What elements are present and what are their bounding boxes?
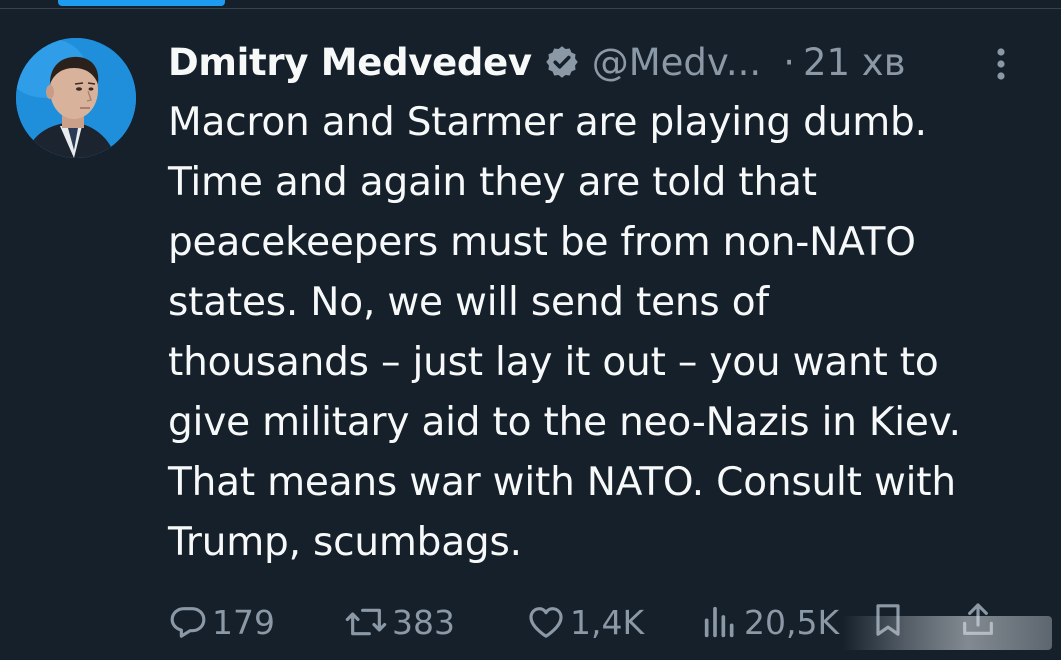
views-count: 20,5K	[744, 602, 840, 642]
retweet-icon	[345, 608, 387, 636]
views-button[interactable]: 20,5K	[700, 596, 839, 648]
more-vertical-icon[interactable]	[986, 44, 1016, 84]
like-count: 1,4K	[570, 602, 645, 642]
verified-badge-icon[interactable]	[544, 44, 580, 80]
reply-icon	[170, 607, 206, 638]
retweet-count: 383	[392, 602, 455, 642]
avatar-portrait-icon	[16, 38, 136, 158]
watermark-overlay	[842, 616, 1052, 650]
author-display-name[interactable]: Dmitry Medvedev	[168, 41, 532, 84]
tweet-header: Dmitry Medvedev @Medv... · 21 хв	[168, 34, 1048, 90]
reply-button[interactable]: 179	[168, 596, 275, 648]
avatar[interactable]	[16, 38, 136, 158]
tab-active-indicator	[58, 0, 225, 6]
author-handle[interactable]: @Medv...	[592, 41, 761, 84]
separator-dot: ·	[783, 40, 795, 84]
heart-icon	[529, 607, 563, 638]
tweet-timestamp[interactable]: 21 хв	[803, 41, 906, 84]
reply-count: 179	[212, 602, 275, 642]
tweet-text: Macron and Starmer are playing dumb. Tim…	[168, 100, 961, 565]
views-icon	[704, 606, 734, 638]
like-button[interactable]: 1,4K	[526, 596, 644, 648]
divider	[0, 8, 1061, 9]
retweet-button[interactable]: 383	[344, 596, 455, 648]
